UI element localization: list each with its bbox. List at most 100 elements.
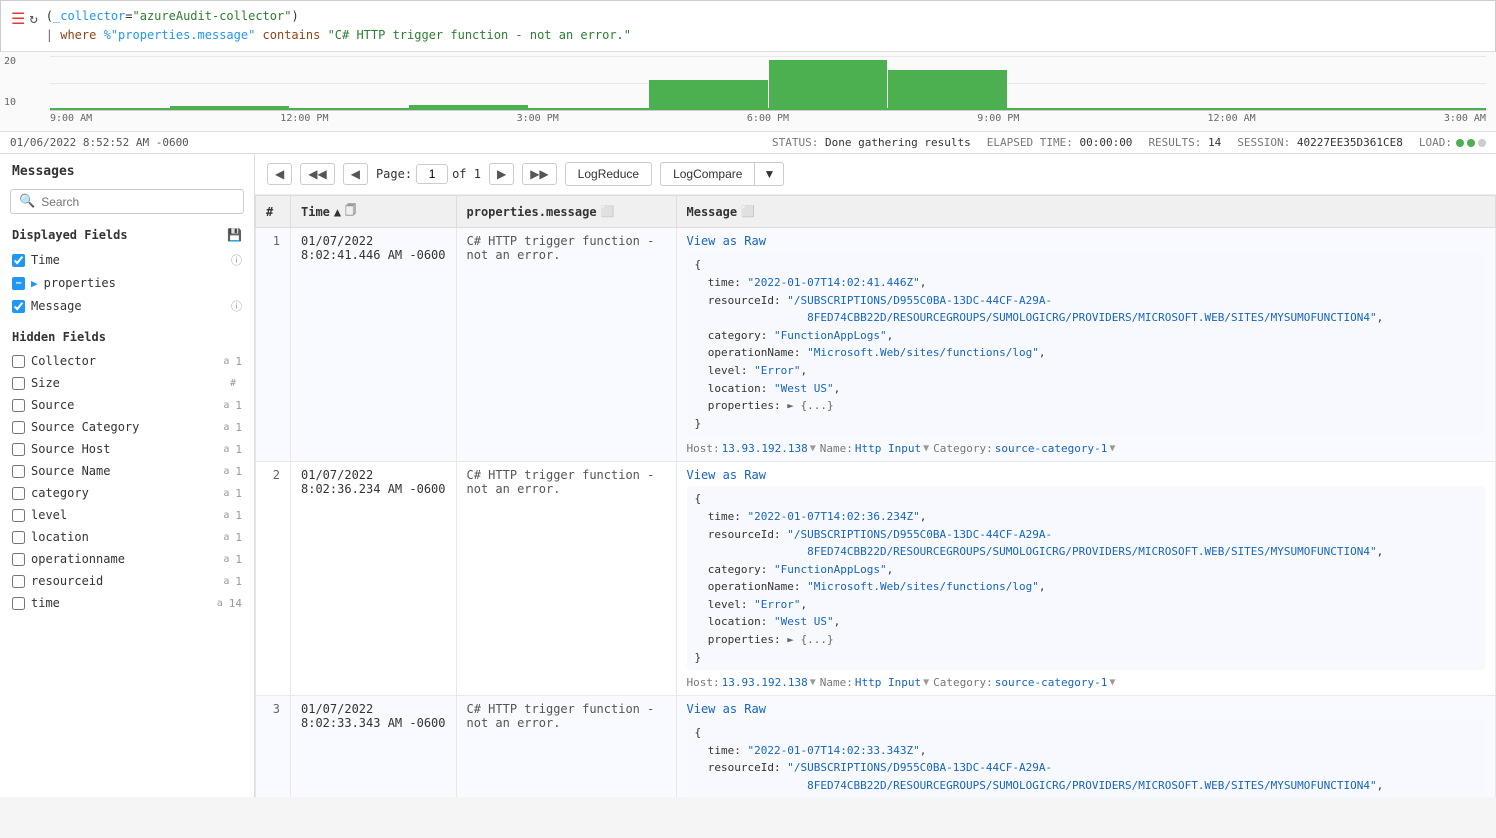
session-label: SESSION:: [1237, 136, 1290, 149]
row-footer-1: Host:13.93.192.138▼ Name:Http Input▼ Cat…: [687, 442, 1486, 455]
source-name-count: 1: [235, 465, 242, 478]
message-checkbox[interactable]: [12, 300, 25, 313]
search-input-wrapper[interactable]: 🔍: [10, 189, 244, 214]
hidden-field-source-name[interactable]: Source Name a 1: [0, 460, 254, 482]
category-checkbox[interactable]: [12, 487, 25, 500]
nav-next-button[interactable]: ▶: [489, 163, 514, 185]
time-field-checkbox[interactable]: [12, 597, 25, 610]
time-label: Time: [31, 253, 225, 267]
source-category-label: Source Category: [31, 420, 217, 434]
nav-prev-button[interactable]: ◀: [343, 163, 368, 185]
name-val-1[interactable]: Http Input: [855, 442, 921, 455]
hidden-field-size[interactable]: Size #: [0, 372, 254, 394]
name-dropdown-1[interactable]: ▼: [923, 443, 929, 454]
save-fields-icon[interactable]: 💾: [227, 228, 242, 242]
row-num-3: 3: [256, 696, 291, 798]
th-time[interactable]: Time ▲ 🗍: [291, 196, 457, 228]
nav-first-button[interactable]: ◀: [267, 163, 292, 185]
time-date-2: 01/07/2022: [301, 468, 446, 482]
row-message-2: View as Raw { time: "2022-01-07T14:02:36…: [676, 462, 1496, 696]
hidden-field-level[interactable]: level a 1: [0, 504, 254, 526]
operationname-badge: a: [223, 554, 229, 565]
source-name-checkbox[interactable]: [12, 465, 25, 478]
time-info: ⓘ: [231, 252, 242, 268]
log-compare-button[interactable]: LogCompare: [660, 162, 754, 186]
category-val-1[interactable]: source-category-1: [995, 442, 1108, 455]
host-item-1: Host:13.93.192.138▼: [687, 442, 816, 455]
query-bar: ☰ ↻ (_collector="azureAudit-collector") …: [0, 0, 1496, 52]
time-date-3: 01/07/2022: [301, 702, 446, 716]
category-dropdown-1[interactable]: ▼: [1109, 443, 1115, 454]
operationname-count: 1: [235, 553, 242, 566]
th-message[interactable]: Message ⬜: [676, 196, 1496, 228]
panel-title: Messages: [0, 154, 254, 185]
query-pipe: |: [46, 28, 60, 42]
search-box[interactable]: 🔍: [0, 185, 254, 222]
name-key-1: Name:: [820, 442, 853, 455]
main-layout: Messages 🔍 Displayed Fields 💾 Time ⓘ − ▶…: [0, 154, 1496, 797]
nav-next-next-button[interactable]: ▶▶: [522, 163, 556, 185]
refresh-icon[interactable]: ↻: [29, 11, 37, 27]
resourceid-count: 1: [235, 575, 242, 588]
bar-8: [888, 70, 1007, 110]
page-input[interactable]: [416, 164, 448, 184]
hidden-field-resourceid[interactable]: resourceid a 1: [0, 570, 254, 592]
source-category-checkbox[interactable]: [12, 421, 25, 434]
name-dropdown-2[interactable]: ▼: [923, 677, 929, 688]
hidden-field-location[interactable]: location a 1: [0, 526, 254, 548]
category-dropdown-2[interactable]: ▼: [1109, 677, 1115, 688]
y-label-10: 10: [4, 97, 36, 108]
source-checkbox[interactable]: [12, 399, 25, 412]
query-contains: contains: [255, 28, 327, 42]
source-name-label: Source Name: [31, 464, 217, 478]
search-input[interactable]: [41, 195, 235, 209]
log-reduce-button[interactable]: LogReduce: [565, 162, 652, 186]
hidden-field-operationname[interactable]: operationname a 1: [0, 548, 254, 570]
hidden-field-category[interactable]: category a 1: [0, 482, 254, 504]
source-host-checkbox[interactable]: [12, 443, 25, 456]
level-checkbox[interactable]: [12, 509, 25, 522]
field-item-properties[interactable]: − ▶ properties: [0, 272, 254, 294]
field-item-message[interactable]: Message ⓘ: [0, 294, 254, 318]
collector-checkbox[interactable]: [12, 355, 25, 368]
size-checkbox[interactable]: [12, 377, 25, 390]
save-icon[interactable]: ☰: [11, 9, 25, 28]
host-val-2[interactable]: 13.93.192.138: [722, 676, 808, 689]
hidden-field-source-category[interactable]: Source Category a 1: [0, 416, 254, 438]
elapsed-value: 00:00:00: [1079, 136, 1132, 149]
properties-checkbox[interactable]: −: [12, 277, 25, 290]
hidden-field-source[interactable]: Source a 1: [0, 394, 254, 416]
hidden-field-source-host[interactable]: Source Host a 1: [0, 438, 254, 460]
time-field-badge: a: [217, 598, 223, 609]
location-checkbox[interactable]: [12, 531, 25, 544]
view-raw-1[interactable]: View as Raw: [687, 234, 766, 248]
row-time-3: 01/07/2022 8:02:33.343 AM -0600: [291, 696, 457, 798]
expand-icon[interactable]: ▶: [31, 277, 38, 290]
name-key-2: Name:: [820, 676, 853, 689]
x-label-3: 3:00 PM: [517, 113, 559, 124]
name-val-2[interactable]: Http Input: [855, 676, 921, 689]
nav-prev-prev-button[interactable]: ◀◀: [300, 163, 334, 185]
log-compare-dropdown[interactable]: ▼: [754, 162, 784, 186]
json-block-2: { time: "2022-01-07T14:02:36.234Z", reso…: [687, 486, 1486, 670]
query-text: (_collector="azureAudit-collector") | wh…: [46, 7, 631, 45]
level-badge: a: [223, 510, 229, 521]
host-val-1[interactable]: 13.93.192.138: [722, 442, 808, 455]
hidden-field-collector[interactable]: Collector a 1: [0, 350, 254, 372]
time-checkbox[interactable]: [12, 254, 25, 267]
host-dropdown-1[interactable]: ▼: [810, 443, 816, 454]
category-count: 1: [235, 487, 242, 500]
resourceid-checkbox[interactable]: [12, 575, 25, 588]
th-properties-message[interactable]: properties.message ⬜: [456, 196, 676, 228]
operationname-checkbox[interactable]: [12, 553, 25, 566]
host-dropdown-2[interactable]: ▼: [810, 677, 816, 688]
category-val-2[interactable]: source-category-1: [995, 676, 1108, 689]
status-label: STATUS:: [772, 136, 818, 149]
query-icons: ☰ ↻: [11, 7, 38, 28]
category-badge: a: [223, 488, 229, 499]
field-item-time[interactable]: Time ⓘ: [0, 248, 254, 272]
hidden-field-time[interactable]: time a 14: [0, 592, 254, 614]
x-label-1: 9:00 AM: [50, 113, 92, 124]
view-raw-2[interactable]: View as Raw: [687, 468, 766, 482]
view-raw-3[interactable]: View as Raw: [687, 702, 766, 716]
